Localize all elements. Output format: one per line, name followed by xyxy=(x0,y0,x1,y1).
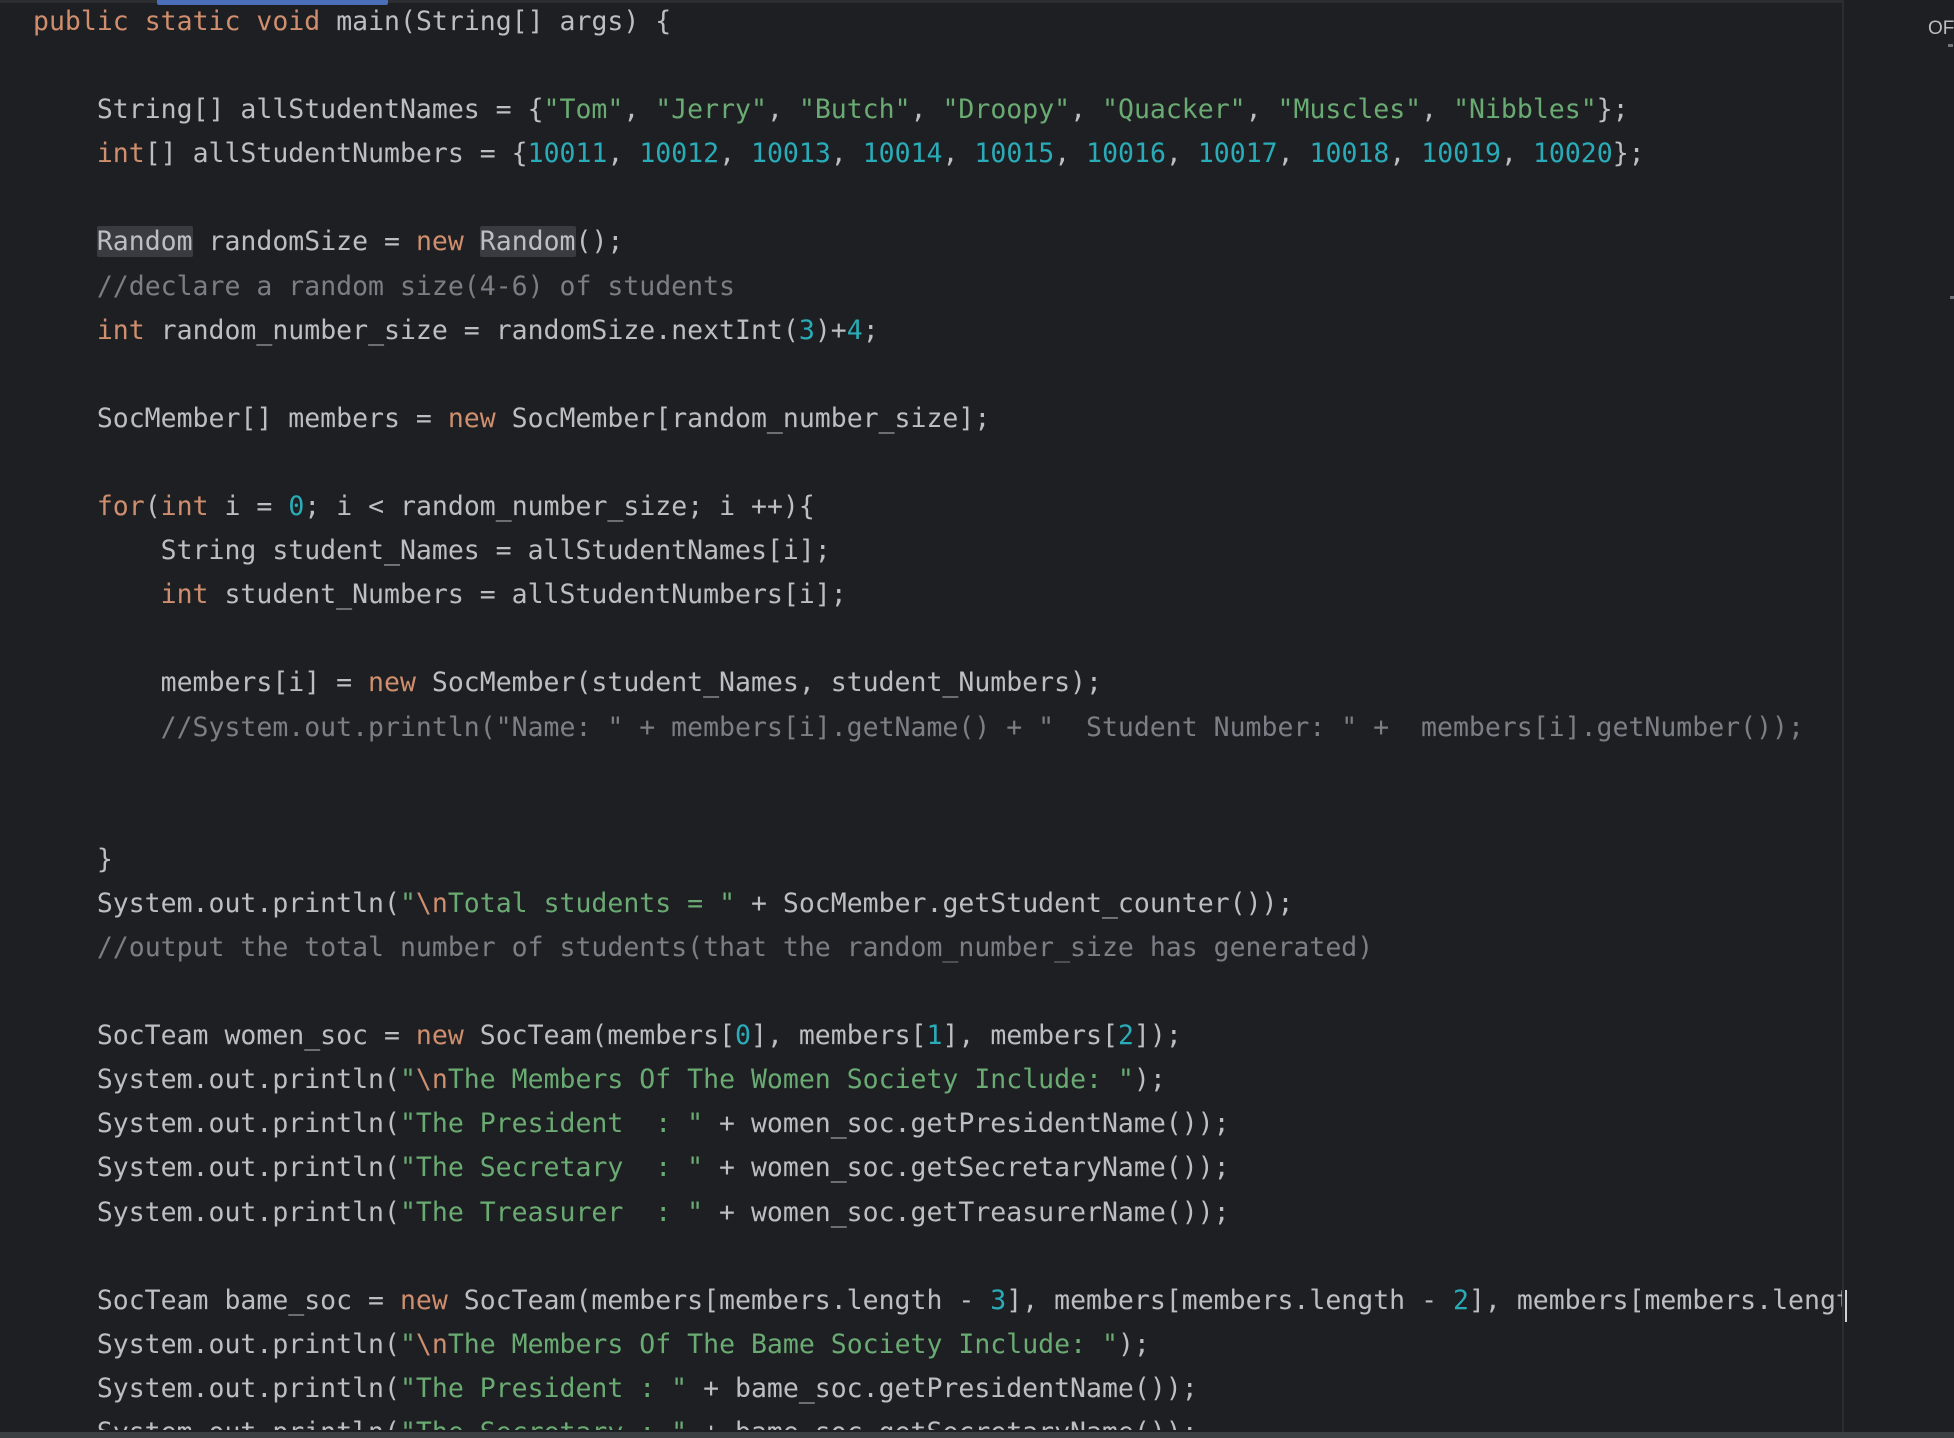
scrollbar-marker-2 xyxy=(1950,296,1954,299)
horizontal-scrollbar[interactable] xyxy=(0,1432,1954,1438)
code-line[interactable]: } xyxy=(33,838,1843,882)
code-editor[interactable]: public static void main(String[] args) {… xyxy=(0,0,1954,1438)
code-line[interactable]: int random_number_size = randomSize.next… xyxy=(33,309,1843,353)
code-line[interactable]: //declare a random size(4-6) of students xyxy=(33,265,1843,309)
reader-mode-toggle[interactable]: OFF xyxy=(1928,18,1954,40)
code-line[interactable]: System.out.println("The President : " + … xyxy=(33,1367,1843,1411)
code-line[interactable]: int student_Numbers = allStudentNumbers[… xyxy=(33,573,1843,617)
code-line[interactable]: System.out.println("The Treasurer : " + … xyxy=(33,1191,1843,1235)
code-line[interactable]: Random randomSize = new Random(); xyxy=(33,220,1843,264)
code-line[interactable] xyxy=(33,176,1843,220)
text-caret xyxy=(1845,1290,1847,1322)
code-line[interactable] xyxy=(33,1235,1843,1279)
code-line[interactable]: String student_Names = allStudentNames[i… xyxy=(33,529,1843,573)
code-line[interactable]: SocTeam women_soc = new SocTeam(members[… xyxy=(33,1014,1843,1058)
code-area[interactable]: public static void main(String[] args) {… xyxy=(33,0,1843,1430)
code-line[interactable]: for(int i = 0; i < random_number_size; i… xyxy=(33,485,1843,529)
code-line[interactable]: int[] allStudentNumbers = {10011, 10012,… xyxy=(33,132,1843,176)
code-line[interactable]: members[i] = new SocMember(student_Names… xyxy=(33,661,1843,705)
code-line[interactable]: String[] allStudentNames = {"Tom", "Jerr… xyxy=(33,88,1843,132)
code-line[interactable] xyxy=(33,750,1843,794)
code-line[interactable]: System.out.println("\nTotal students = "… xyxy=(33,882,1843,926)
code-line[interactable]: System.out.println("\nThe Members Of The… xyxy=(33,1323,1843,1367)
code-line[interactable]: //System.out.println("Name: " + members[… xyxy=(33,706,1843,750)
code-line[interactable] xyxy=(33,353,1843,397)
code-line[interactable]: SocTeam bame_soc = new SocTeam(members[m… xyxy=(33,1279,1843,1323)
code-line[interactable] xyxy=(33,441,1843,485)
code-line[interactable]: SocMember[] members = new SocMember[rand… xyxy=(33,397,1843,441)
code-line[interactable] xyxy=(33,617,1843,661)
editor-right-gutter xyxy=(1844,0,1954,1432)
code-line[interactable]: System.out.println("The President : " + … xyxy=(33,1102,1843,1146)
code-line[interactable]: public static void main(String[] args) { xyxy=(33,0,1843,44)
code-line[interactable]: System.out.println("\nThe Members Of The… xyxy=(33,1058,1843,1102)
code-line[interactable]: System.out.println("The Secretary : " + … xyxy=(33,1411,1843,1430)
scrollbar-marker xyxy=(1948,44,1953,47)
code-line[interactable] xyxy=(33,970,1843,1014)
code-line[interactable]: //output the total number of students(th… xyxy=(33,926,1843,970)
code-line[interactable] xyxy=(33,44,1843,88)
code-line[interactable] xyxy=(33,794,1843,838)
code-line[interactable]: System.out.println("The Secretary : " + … xyxy=(33,1146,1843,1190)
